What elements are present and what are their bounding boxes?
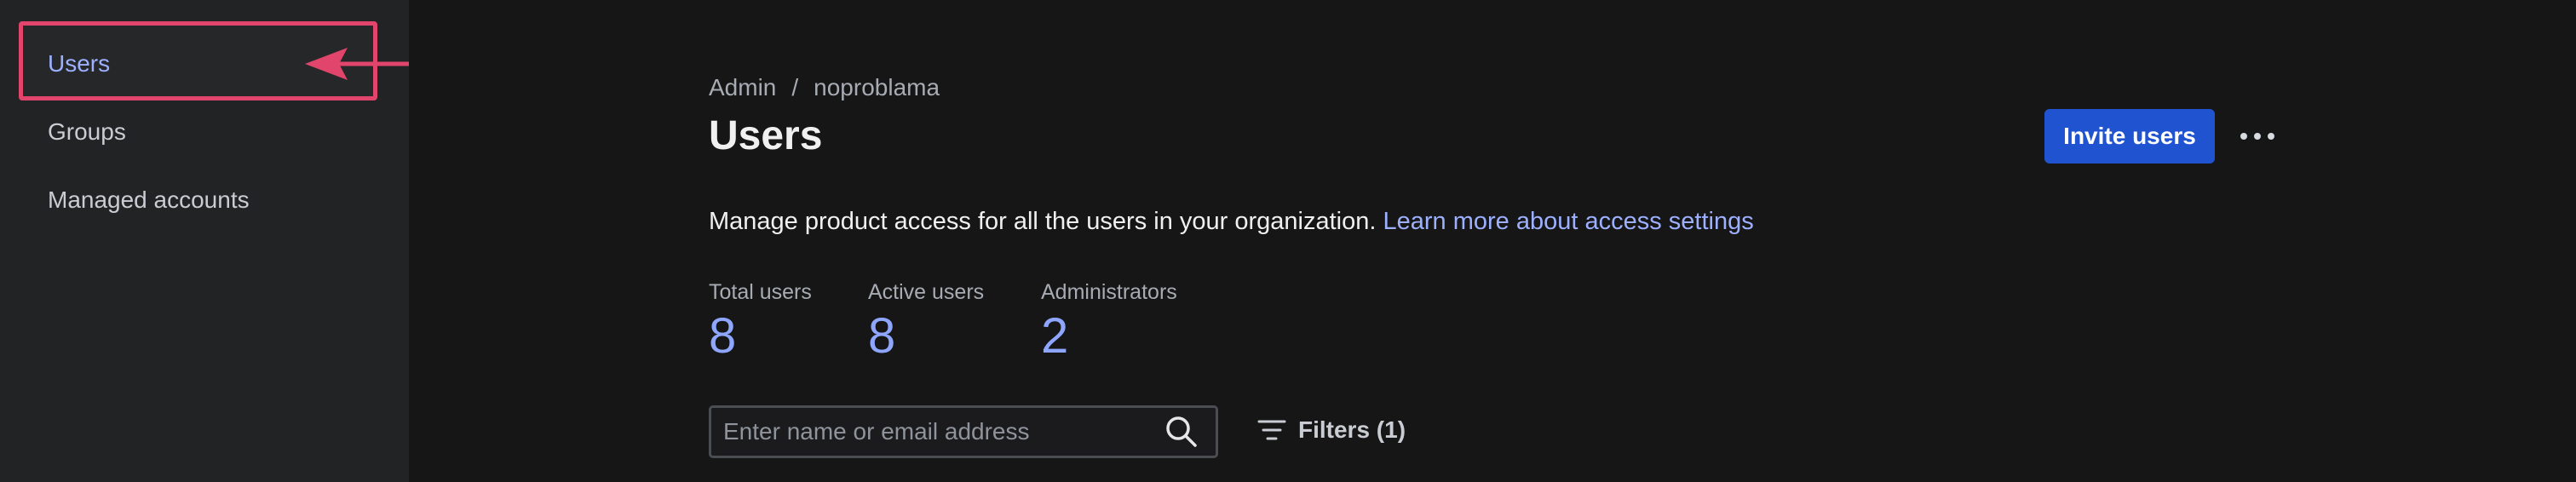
stat-value[interactable]: 2: [1041, 307, 1177, 366]
description-text: Manage product access for all the users …: [709, 208, 1383, 235]
stat-label: Active users: [868, 280, 985, 304]
stat-value[interactable]: 8: [868, 307, 984, 366]
ellipsis-icon: [2254, 133, 2261, 140]
breadcrumb: Admin / noproblama: [709, 73, 940, 102]
breadcrumb-separator: /: [791, 74, 799, 100]
sidebar-item-users[interactable]: Users: [48, 49, 110, 78]
annotation-arrow-icon: [305, 48, 420, 80]
stat-administrators: Administrators 2: [1041, 279, 1177, 366]
learn-more-link[interactable]: Learn more about access settings: [1383, 208, 1753, 235]
sidebar-item-groups[interactable]: Groups: [48, 118, 126, 146]
more-actions-button[interactable]: [2232, 119, 2283, 153]
stat-value[interactable]: 8: [709, 307, 812, 366]
invite-users-button[interactable]: Invite users: [2044, 109, 2215, 164]
page-title: Users: [709, 113, 823, 158]
search-input[interactable]: [711, 417, 1163, 446]
ellipsis-icon: [2268, 133, 2274, 140]
filter-icon: [1257, 420, 1286, 440]
sidebar: Users Groups Managed accounts: [0, 0, 420, 482]
stat-label: Total users: [709, 280, 812, 304]
stat-label: Administrators: [1041, 280, 1177, 304]
main-content: Admin / noproblama Users Invite users Mana…: [409, 0, 2576, 482]
sidebar-item-managed-accounts[interactable]: Managed accounts: [48, 186, 250, 215]
search-icon[interactable]: [1163, 413, 1200, 450]
breadcrumb-item-org[interactable]: noproblama: [814, 74, 940, 100]
stat-active-users: Active users 8: [868, 279, 984, 366]
breadcrumb-item-admin[interactable]: Admin: [709, 74, 776, 100]
search-box: [709, 405, 1218, 458]
filters-label: Filters (1): [1298, 416, 1406, 443]
filters-button[interactable]: Filters (1): [1256, 414, 1406, 446]
page-description: Manage product access for all the users …: [709, 206, 1754, 237]
stat-total-users: Total users 8: [709, 279, 812, 366]
admin-page: Users Groups Managed accounts Admin / nopr…: [0, 0, 2576, 482]
ellipsis-icon: [2240, 133, 2247, 140]
